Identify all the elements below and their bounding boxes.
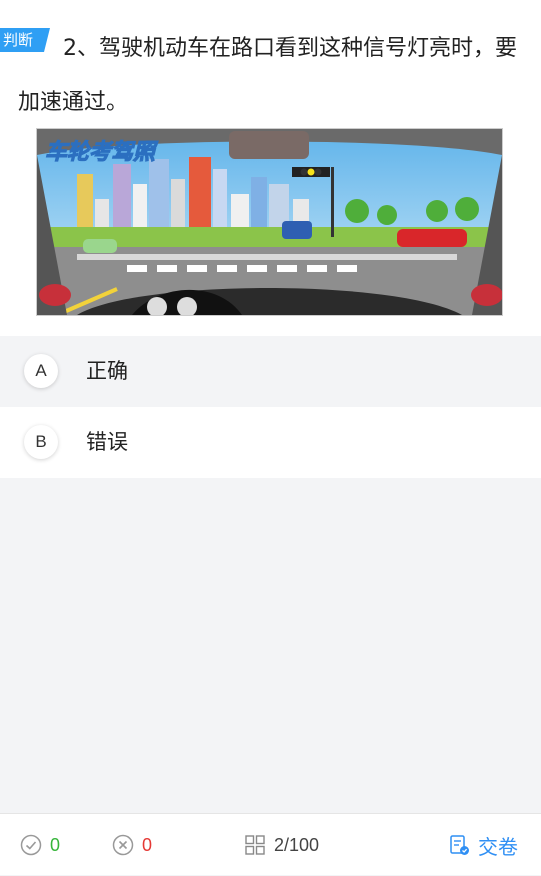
content-background xyxy=(0,478,541,813)
correct-count: 0 xyxy=(50,834,61,855)
progress-button[interactable]: 2/100 xyxy=(244,814,319,876)
question-text: 2、驾驶机动车在路口看到这种信号灯亮时，要加速通过。 xyxy=(18,36,517,115)
wrong-count: 0 xyxy=(142,834,153,855)
cross-circle-icon xyxy=(112,834,134,856)
progress-text: 2/100 xyxy=(274,834,320,855)
question-panel: 判断 2、驾驶机动车在路口看到这种信号灯亮时，要加速通过。 车轮考驾照 xyxy=(0,0,541,336)
submit-button[interactable]: 交卷 xyxy=(448,814,518,876)
grid-icon xyxy=(245,835,265,855)
option-letter: B xyxy=(24,425,58,459)
option-a[interactable]: A 正确 xyxy=(0,336,541,407)
option-b[interactable]: B 错误 xyxy=(0,407,541,478)
option-label: 错误 xyxy=(86,430,128,454)
bottom-toolbar: 0 0 2/100 交卷 xyxy=(0,813,541,875)
wrong-counter: 0 xyxy=(112,814,152,876)
correct-counter: 0 xyxy=(20,814,60,876)
submit-label: 交卷 xyxy=(478,834,518,859)
option-letter: A xyxy=(24,354,58,388)
image-watermark: 车轮考驾照 xyxy=(45,139,159,165)
question-image: 车轮考驾照 xyxy=(36,128,503,316)
check-circle-icon xyxy=(20,834,42,856)
option-label: 正确 xyxy=(86,359,128,383)
submit-paper-icon xyxy=(450,835,469,855)
